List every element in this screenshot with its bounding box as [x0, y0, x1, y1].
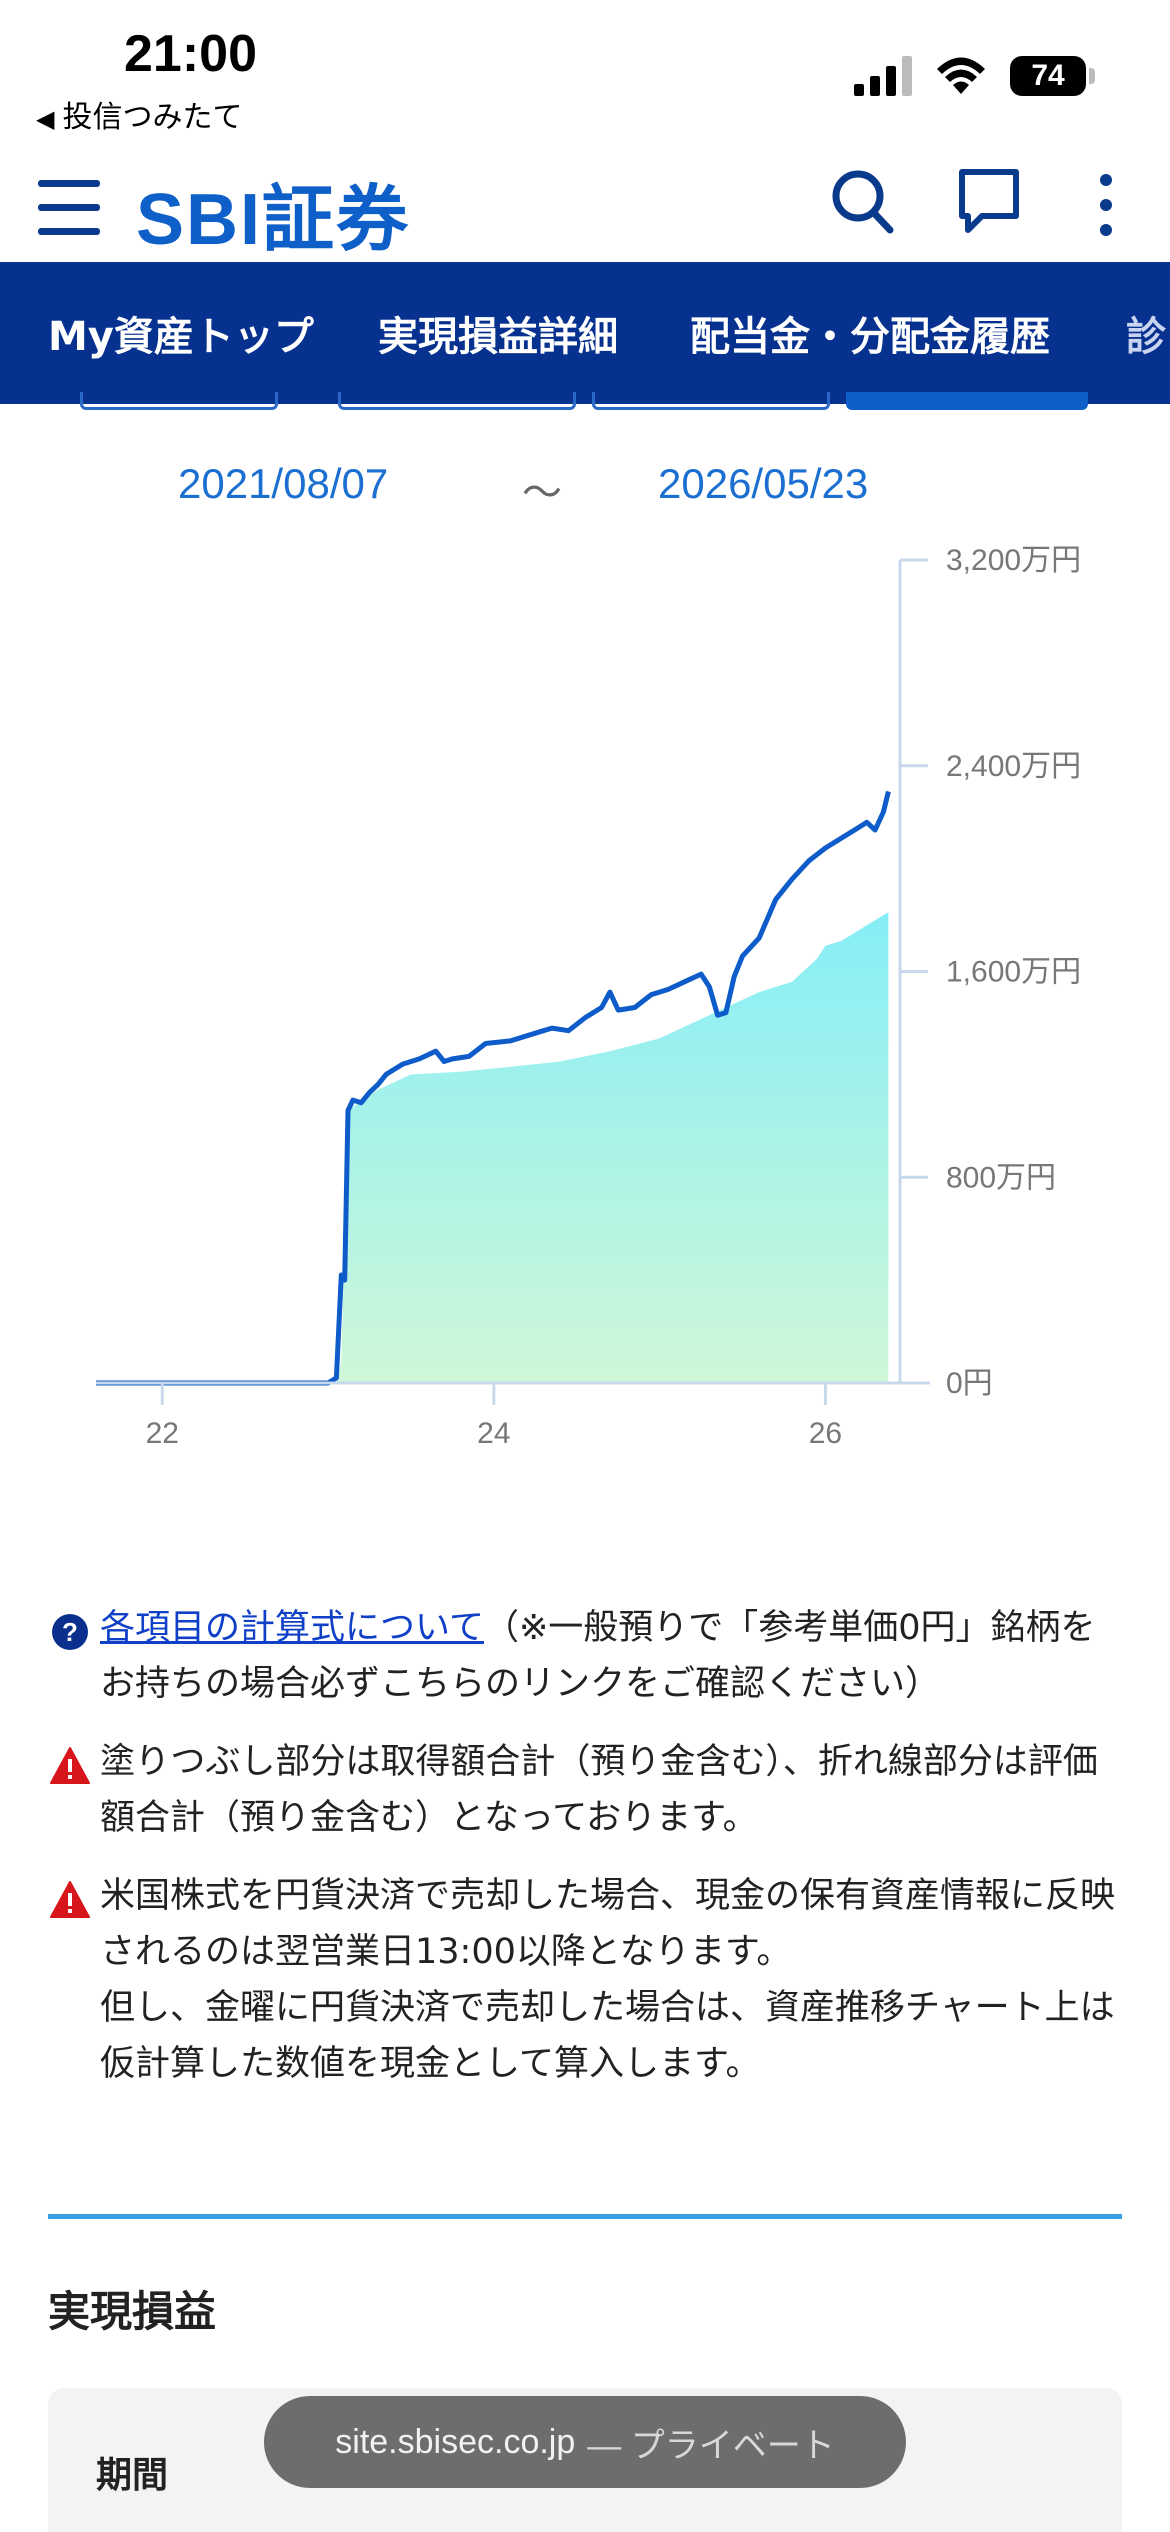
y-tick-label: 800万円 — [946, 1161, 1056, 1194]
section-title: 実現損益 — [48, 2287, 217, 2336]
x-tick-label: 26 — [809, 1417, 842, 1450]
period-button[interactable] — [338, 392, 576, 410]
app-header: SBI証券 — [0, 140, 1170, 262]
url-domain: site.sbisec.co.jp — [335, 2422, 576, 2461]
back-to-app-link[interactable]: ◀ 投信つみたて — [36, 92, 242, 136]
battery-tip — [1089, 68, 1095, 84]
question-circle-icon: ? — [52, 1614, 88, 1650]
search-icon[interactable] — [830, 166, 896, 236]
note-fill-explanation: 塗りつぶし部分は取得額合計（預り金含む）、折れ線部分は評価額合計（預り金含む）と… — [50, 1734, 1130, 1846]
sbi-logo[interactable]: SBI証券 — [136, 160, 410, 265]
date-range: 2021/08/07 〜 2026/05/23 — [0, 460, 1170, 520]
period-button[interactable] — [80, 392, 278, 410]
back-arrow-icon: ◀ — [36, 105, 55, 133]
date-to[interactable]: 2026/05/23 — [658, 460, 868, 508]
asset-trend-chart: 3,200万円 2,400万円 1,600万円 800万円 0円 22 24 26 — [96, 544, 1081, 1450]
tab-my-assets-top[interactable]: My資産トップ — [48, 304, 314, 362]
hamburger-menu-icon[interactable] — [38, 180, 100, 236]
battery-indicator: 74 — [1010, 56, 1086, 96]
period-button-active[interactable] — [846, 392, 1088, 410]
date-from[interactable]: 2021/08/07 — [178, 460, 388, 508]
date-separator: 〜 — [522, 470, 562, 516]
note-text: 塗りつぶし部分は取得額合計（預り金含む）、折れ線部分は評価額合計（預り金含む）と… — [100, 1742, 1098, 1838]
calculation-link[interactable]: 各項目の計算式について — [100, 1608, 484, 1648]
x-tick-label: 22 — [146, 1417, 179, 1450]
period-label: 期間 — [96, 2455, 169, 2496]
note-text-2: 但し、金曜に円貨決済で売却した場合は、資産推移チャート上は仮計算した数値を現金と… — [100, 1988, 1115, 2084]
nav-tabbar: My資産トップ 実現損益詳細 配当金・分配金履歴 診 — [0, 262, 1170, 404]
period-button[interactable] — [592, 392, 830, 410]
y-tick-label: 1,600万円 — [946, 956, 1081, 989]
status-bar: 21:00 ◀ 投信つみたて 74 — [0, 0, 1170, 140]
tab-diagnosis[interactable]: 診 — [1126, 304, 1166, 362]
y-tick-label: 2,400万円 — [946, 750, 1081, 783]
signal-icon — [854, 56, 912, 96]
section-divider — [48, 2214, 1122, 2219]
y-tick-label: 3,200万円 — [946, 544, 1081, 577]
note-text: 米国株式を円貨決済で売却した場合、現金の保有資産情報に反映されるのは翌営業日13… — [100, 1876, 1116, 1972]
note-calculation: ? 各項目の計算式について（※一般預りで「参考単価0円」銘柄をお持ちの場合必ずこ… — [50, 1600, 1130, 1712]
private-mode-label: — プライベート — [587, 2426, 835, 2465]
acquisition-area — [96, 912, 889, 1383]
back-app-label: 投信つみたて — [62, 100, 243, 135]
period-buttons-row — [0, 392, 1170, 412]
more-vertical-icon[interactable] — [1086, 170, 1126, 240]
warning-triangle-icon — [50, 1747, 90, 1784]
note-us-stock: 米国株式を円貨決済で売却した場合、現金の保有資産情報に反映されるのは翌営業日13… — [50, 1868, 1130, 2092]
warning-triangle-icon — [50, 1881, 90, 1918]
y-tick-label: 0円 — [946, 1367, 993, 1400]
x-tick-label: 24 — [477, 1417, 510, 1450]
svg-text:?: ? — [62, 1617, 78, 1647]
url-bar[interactable]: site.sbisec.co.jp — プライベート — [264, 2396, 906, 2488]
chat-icon[interactable] — [956, 166, 1022, 236]
tab-dividend-history[interactable]: 配当金・分配金履歴 — [690, 304, 1050, 362]
clock: 21:00 — [124, 25, 257, 83]
tab-realized-pl-detail[interactable]: 実現損益詳細 — [378, 304, 618, 362]
wifi-icon — [937, 57, 985, 94]
chart-notes: ? 各項目の計算式について（※一般預りで「参考単価0円」銘柄をお持ちの場合必ずこ… — [50, 1600, 1130, 2114]
